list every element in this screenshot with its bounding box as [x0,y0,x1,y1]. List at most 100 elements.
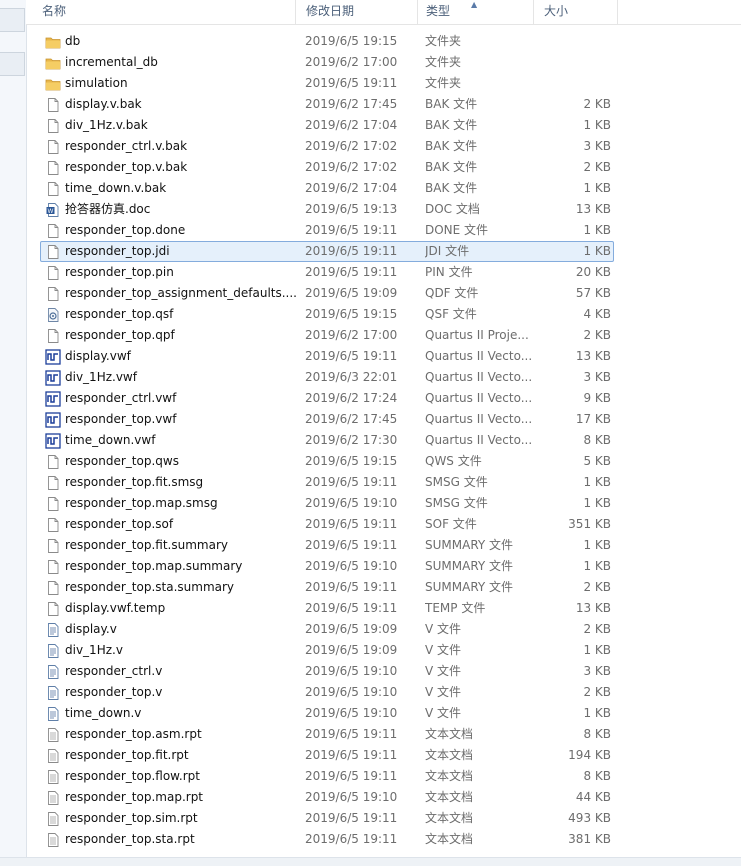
file-row[interactable]: display.v 2019/6/5 19:09 V 文件 2 KB [40,619,614,640]
file-type: SUMMARY 文件 [425,580,514,594]
navigation-item[interactable] [0,52,25,76]
file-row[interactable]: incremental_db 2019/6/2 17:00 文件夹 [40,52,614,73]
file-size: 44 KB [575,790,611,804]
file-icon [45,328,61,344]
file-row[interactable]: display.vwf.temp 2019/6/5 19:11 TEMP 文件 13 … [40,598,614,619]
file-type: SMSG 文件 [425,475,488,489]
file-date-modified: 2019/6/2 17:00 [305,55,398,69]
file-row[interactable]: responder_top.flow.rpt 2019/6/5 19:11 文本文档… [40,766,614,787]
file-size: 8 KB [583,433,611,447]
file-row[interactable]: responder_top.qsf 2019/6/5 19:15 QSF 文件 4 K… [40,304,614,325]
file-size: 493 KB [568,811,611,825]
file-row[interactable]: display.v.bak 2019/6/2 17:45 BAK 文件 2 KB [40,94,614,115]
file-row[interactable]: time_down.vwf 2019/6/2 17:30 Quartus II Ve… [40,430,614,451]
file-icon [45,265,61,281]
verilog-file-icon [45,622,61,638]
file-row[interactable]: responder_top.vwf 2019/6/2 17:45 Quartus I… [40,409,614,430]
file-size: 1 KB [583,643,611,657]
column-header-date-label: 修改日期 [306,4,355,18]
file-row[interactable]: responder_top.sta.summary 2019/6/5 19:11 S… [40,577,614,598]
column-header-date[interactable]: 修改日期 [296,0,418,24]
file-type: 文本文档 [425,727,474,741]
file-type: Quartus II Vecto... [425,433,533,447]
file-row[interactable]: responder_top.sta.rpt 2019/6/5 19:11 文本文档 3… [40,829,614,850]
column-header-name[interactable]: 名称 [32,0,296,24]
navigation-item[interactable] [0,8,25,32]
file-row[interactable]: responder_top.map.smsg 2019/6/5 19:10 SMSG… [40,493,614,514]
file-row[interactable]: responder_top.qws 2019/6/5 19:15 QWS 文件 5 K… [40,451,614,472]
file-row[interactable]: responder_top.sof 2019/6/5 19:11 SOF 文件 351… [40,514,614,535]
file-row[interactable]: div_1Hz.v 2019/6/5 19:09 V 文件 1 KB [40,640,614,661]
file-row[interactable]: display.vwf 2019/6/5 19:11 Quartus II Vect… [40,346,614,367]
file-icon [45,139,61,155]
file-icon [45,286,61,302]
file-icon [45,517,61,533]
file-name: display.v.bak [65,97,142,111]
file-row[interactable]: responder_top.jdi 2019/6/5 19:11 JDI 文件 1 K… [40,241,614,262]
file-date-modified: 2019/6/5 19:11 [305,349,398,363]
file-date-modified: 2019/6/5 19:10 [305,790,398,804]
file-icon [45,601,61,617]
file-row[interactable]: simulation 2019/6/5 19:11 文件夹 [40,73,614,94]
file-row[interactable]: responder_top.asm.rpt 2019/6/5 19:11 文本文档 8… [40,724,614,745]
file-row[interactable]: responder_top.v.bak 2019/6/2 17:02 BAK 文件 2… [40,157,614,178]
waveform-icon [45,370,61,386]
file-row[interactable]: div_1Hz.vwf 2019/6/3 22:01 Quartus II Vect… [40,367,614,388]
file-row[interactable]: db 2019/6/5 19:15 文件夹 [40,31,614,52]
file-size [537,74,611,93]
file-size: 2 KB [583,328,611,342]
file-name: responder_top.qsf [65,307,174,321]
file-row[interactable]: responder_top.fit.smsg 2019/6/5 19:11 SMSG… [40,472,614,493]
file-row[interactable]: responder_top.sim.rpt 2019/6/5 19:11 文本文档 4… [40,808,614,829]
column-header-type[interactable]: 类型 ▲ [416,0,534,24]
file-row[interactable]: responder_ctrl.v.bak 2019/6/2 17:02 BAK 文件… [40,136,614,157]
waveform-icon [45,349,61,365]
word-doc-icon: W [45,202,61,218]
file-date-modified: 2019/6/5 19:11 [305,223,398,237]
file-name: responder_top.fit.smsg [65,475,204,489]
file-type: BAK 文件 [425,118,478,132]
file-date-modified: 2019/6/2 17:04 [305,118,398,132]
file-type: 文本文档 [425,832,474,846]
file-size: 2 KB [583,622,611,636]
file-row[interactable]: time_down.v.bak 2019/6/2 17:04 BAK 文件 1 KB [40,178,614,199]
file-row[interactable]: responder_top.pin 2019/6/5 19:11 PIN 文件 20 … [40,262,614,283]
file-name: responder_top.sta.rpt [65,832,195,846]
file-size: 1 KB [583,496,611,510]
waveform-icon [45,412,61,428]
column-header-size[interactable]: 大小 [534,0,618,24]
file-name: responder_top.qpf [65,328,175,342]
file-date-modified: 2019/6/5 19:11 [305,727,398,741]
file-name: responder_top.done [65,223,186,237]
file-size: 1 KB [583,223,611,237]
file-name: incremental_db [65,55,158,69]
file-row[interactable]: responder_ctrl.v 2019/6/5 19:10 V 文件 3 KB [40,661,614,682]
file-row[interactable]: responder_top.fit.summary 2019/6/5 19:11 S… [40,535,614,556]
file-size [537,53,611,72]
file-row[interactable]: time_down.v 2019/6/5 19:10 V 文件 1 KB [40,703,614,724]
file-row[interactable]: responder_top.map.summary 2019/6/5 19:10 S… [40,556,614,577]
file-type: QWS 文件 [425,454,482,468]
file-row[interactable]: div_1Hz.v.bak 2019/6/2 17:04 BAK 文件 1 KB [40,115,614,136]
file-size: 3 KB [583,664,611,678]
file-row[interactable]: responder_ctrl.vwf 2019/6/2 17:24 Quartus … [40,388,614,409]
file-row[interactable]: responder_top.qpf 2019/6/2 17:00 Quartus I… [40,325,614,346]
waveform-icon [45,433,61,449]
file-row[interactable]: responder_top.done 2019/6/5 19:11 DONE 文件 1… [40,220,614,241]
file-type: BAK 文件 [425,181,478,195]
file-type: JDI 文件 [425,244,470,258]
file-date-modified: 2019/6/5 19:11 [305,265,398,279]
file-icon [45,97,61,113]
file-row[interactable]: responder_top.fit.rpt 2019/6/5 19:11 文本文档 1… [40,745,614,766]
file-type: 文件夹 [425,34,462,48]
file-row[interactable]: responder_top_assignment_defaults.... 201… [40,283,614,304]
file-name: responder_top.sta.summary [65,580,235,594]
verilog-file-icon [45,664,61,680]
file-type: PIN 文件 [425,265,473,279]
file-type: Quartus II Vecto... [425,391,533,405]
file-row[interactable]: W 抢答器仿真.doc 2019/6/5 19:13 DOC 文档 13 KB [40,199,614,220]
file-row[interactable]: responder_top.map.rpt 2019/6/5 19:10 文本文档 4… [40,787,614,808]
file-row[interactable]: responder_top.v 2019/6/5 19:10 V 文件 2 KB [40,682,614,703]
file-icon [45,181,61,197]
file-date-modified: 2019/6/2 17:00 [305,328,398,342]
